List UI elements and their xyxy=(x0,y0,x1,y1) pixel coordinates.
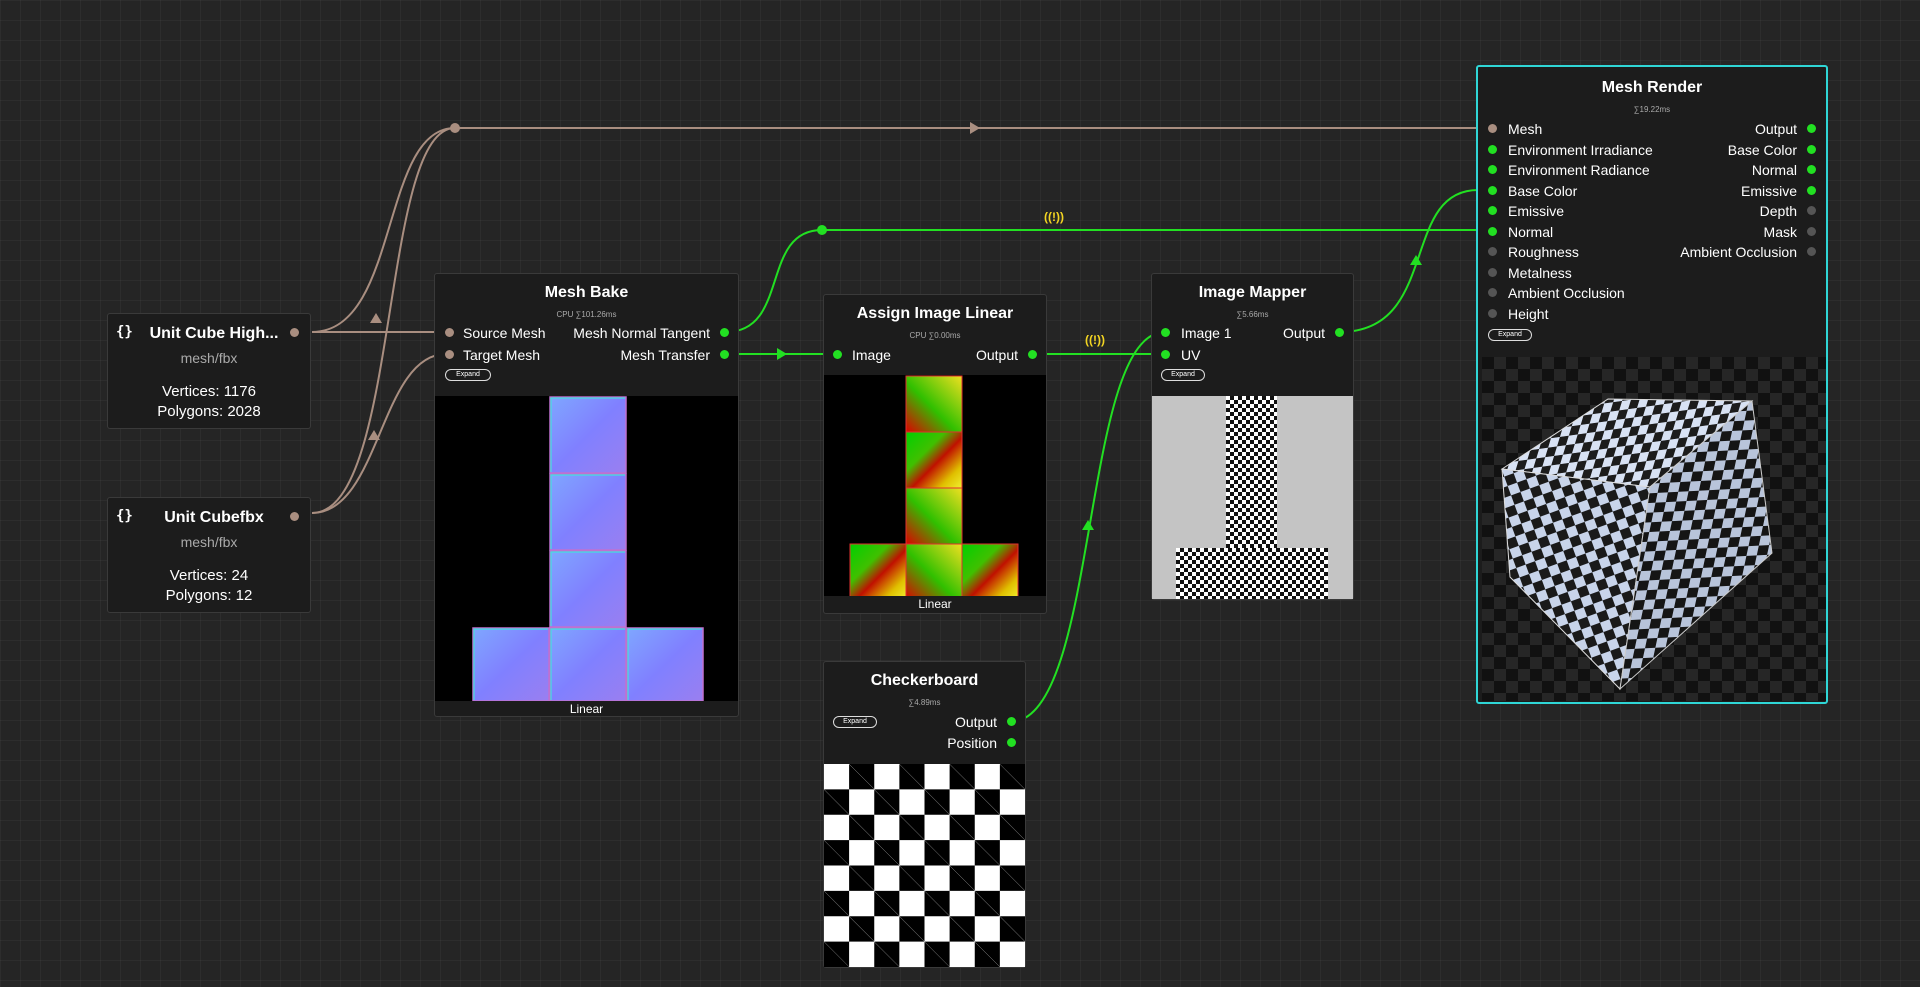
vertex-count: Vertices: 24 xyxy=(169,567,249,584)
source-node-unit-cubefbx[interactable]: {} Unit Cubefbx mesh/fbx Vertices: 24 Po… xyxy=(107,497,311,613)
output-label: Emissive xyxy=(1740,183,1797,199)
output-socket-output[interactable] xyxy=(1007,717,1016,726)
output-socket[interactable] xyxy=(1335,328,1344,337)
wire-mapper-to-render xyxy=(1339,189,1479,333)
output-label: Base Color xyxy=(1727,142,1797,158)
output-label: Output xyxy=(1282,325,1325,341)
node-checkerboard[interactable]: Checkerboard ∑4.89ms Expand Output Posit… xyxy=(823,661,1026,968)
node-timing: ∑19.22ms xyxy=(1633,105,1671,114)
expand-button[interactable]: Expand xyxy=(1161,369,1205,381)
node-type: mesh/fbx xyxy=(180,534,238,550)
rendered-cube xyxy=(1500,398,1773,691)
polygon-count: Polygons: 2028 xyxy=(157,403,261,420)
node-title: Unit Cube High... xyxy=(149,325,279,342)
output-socket[interactable] xyxy=(290,512,299,521)
node-title: Mesh Bake xyxy=(544,284,629,301)
output-label: Normal xyxy=(1751,162,1797,178)
input-label: Environment Irradiance xyxy=(1508,142,1653,158)
preview-mapped-image xyxy=(1152,396,1353,599)
warning-indicator-mapper[interactable]: ((!)) xyxy=(1085,333,1105,347)
input-label: Emissive xyxy=(1508,203,1565,219)
source-node-unit-cube-high[interactable]: {} Unit Cube High... mesh/fbx Vertices: … xyxy=(107,313,311,429)
input-socket-image[interactable] xyxy=(833,350,842,359)
input-label: Height xyxy=(1508,306,1549,322)
node-image-mapper[interactable]: Image Mapper ∑5.66ms Image 1 UV Output E… xyxy=(1151,273,1354,600)
preview-checkerboard xyxy=(824,764,1025,967)
output-label: Output xyxy=(954,714,997,730)
output-label: Mesh Normal Tangent xyxy=(573,325,710,341)
preview-normal-map xyxy=(435,396,738,701)
input-socket-height[interactable] xyxy=(1488,309,1497,318)
node-title: Unit Cubefbx xyxy=(164,509,264,526)
node-timing: ∑4.89ms xyxy=(908,698,941,707)
output-label: Position xyxy=(947,735,997,751)
output-label: Mesh Transfer xyxy=(620,347,710,363)
input-label: Image 1 xyxy=(1181,325,1232,341)
node-title: Assign Image Linear xyxy=(856,305,1014,322)
node-timing: CPU ∑101.26ms xyxy=(556,310,617,319)
node-mesh-bake[interactable]: Mesh Bake CPU ∑101.26ms Source Mesh Targ… xyxy=(434,273,739,717)
input-socket-target-mesh[interactable] xyxy=(445,350,454,359)
polygon-count: Polygons: 12 xyxy=(165,587,253,604)
input-socket-environment-radiance[interactable] xyxy=(1488,165,1497,174)
preview-linear-image xyxy=(824,375,1046,596)
node-timing: ∑5.66ms xyxy=(1236,310,1269,319)
output-socket[interactable] xyxy=(1028,350,1037,359)
output-socket-base-color[interactable] xyxy=(1807,145,1816,154)
input-socket-normal[interactable] xyxy=(1488,227,1497,236)
input-socket-uv[interactable] xyxy=(1161,350,1170,359)
output-socket-ambient-occlusion[interactable] xyxy=(1807,247,1816,256)
input-socket-metalness[interactable] xyxy=(1488,268,1497,277)
input-label: UV xyxy=(1181,347,1201,363)
input-label: Source Mesh xyxy=(463,325,546,341)
output-socket-mesh-normal-tangent[interactable] xyxy=(720,328,729,337)
input-socket-roughness[interactable] xyxy=(1488,247,1497,256)
input-label: Environment Radiance xyxy=(1508,162,1650,178)
input-socket-emissive[interactable] xyxy=(1488,206,1497,215)
input-label: Ambient Occlusion xyxy=(1508,285,1625,301)
input-label: Metalness xyxy=(1508,265,1572,281)
input-socket-source-mesh[interactable] xyxy=(445,328,454,337)
expand-button[interactable]: Expand xyxy=(445,369,491,381)
node-type: mesh/fbx xyxy=(180,350,238,366)
node-title: Checkerboard xyxy=(870,672,979,689)
output-socket-position[interactable] xyxy=(1007,738,1016,747)
node-title: Mesh Render xyxy=(1601,79,1703,96)
input-label: Image xyxy=(852,347,891,363)
input-label: Roughness xyxy=(1508,244,1579,260)
node-assign-image-linear[interactable]: Assign Image Linear CPU ∑0.00ms Image Ou… xyxy=(823,294,1047,614)
preview-caption: Linear xyxy=(918,597,952,611)
output-label: Output xyxy=(975,347,1018,363)
input-label: Normal xyxy=(1508,224,1554,240)
input-label: Base Color xyxy=(1508,183,1578,199)
input-socket-mesh[interactable] xyxy=(1488,124,1497,133)
node-title: Image Mapper xyxy=(1198,284,1307,301)
input-label: Target Mesh xyxy=(463,347,541,363)
render-viewport xyxy=(1482,357,1826,701)
expand-button[interactable]: Expand xyxy=(1488,329,1532,341)
input-label: Mesh xyxy=(1508,121,1543,137)
preview-caption: Linear xyxy=(569,702,604,716)
output-socket-depth[interactable] xyxy=(1807,206,1816,215)
output-socket-emissive[interactable] xyxy=(1807,186,1816,195)
output-socket-normal[interactable] xyxy=(1807,165,1816,174)
output-socket-mask[interactable] xyxy=(1807,227,1816,236)
expand-button[interactable]: Expand xyxy=(833,716,877,728)
input-socket-environment-irradiance[interactable] xyxy=(1488,145,1497,154)
output-socket[interactable] xyxy=(290,328,299,337)
input-socket-ambient-occlusion[interactable] xyxy=(1488,288,1497,297)
node-mesh-render[interactable]: Mesh Render ∑19.22ms Mesh Environment Ir… xyxy=(1476,65,1828,704)
input-socket-image-1[interactable] xyxy=(1161,328,1170,337)
node-timing: CPU ∑0.00ms xyxy=(909,331,961,340)
output-label: Mask xyxy=(1763,224,1797,240)
output-label: Output xyxy=(1754,121,1797,137)
output-label: Depth xyxy=(1759,203,1797,219)
input-socket-base-color[interactable] xyxy=(1488,186,1497,195)
wire-cube-to-target xyxy=(311,353,447,514)
output-socket-mesh-transfer[interactable] xyxy=(720,350,729,359)
output-socket-output[interactable] xyxy=(1807,124,1816,133)
warning-indicator-normal[interactable]: ((!)) xyxy=(1044,210,1064,224)
vertex-count: Vertices: 1176 xyxy=(162,383,256,400)
output-label: Ambient Occlusion xyxy=(1680,244,1797,260)
